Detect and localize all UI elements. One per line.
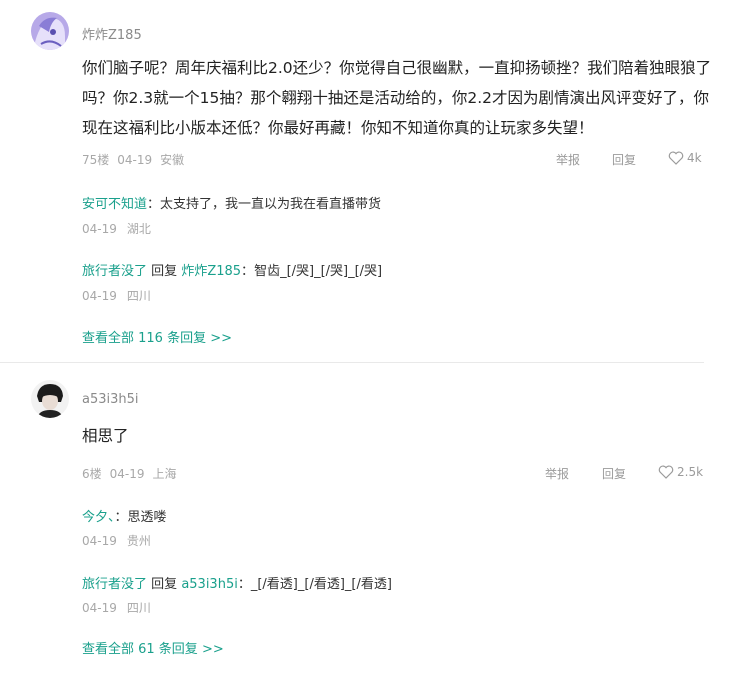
reply-button[interactable]: 回复 (602, 465, 626, 482)
comment-location: 上海 (152, 467, 177, 481)
like-button[interactable]: 2.5k (658, 465, 703, 479)
reply-author[interactable]: 安可不知道 (82, 197, 147, 212)
comment-content: 相思了 (82, 427, 129, 445)
like-count: 2.5k (677, 465, 704, 479)
reply-text: _[/看透]_[/看透]_[/看透] (250, 577, 392, 592)
heart-icon (668, 151, 684, 165)
like-button[interactable]: 4k (668, 151, 702, 165)
reply-item: 安可不知道：太支持了，我一直以为我在看直播带货 (82, 197, 382, 212)
reply-location: 四川 (126, 601, 151, 615)
reply-to-user[interactable]: 炸炸Z185 (181, 264, 241, 279)
comment-item: a53i3h5i 相思了 6楼 04-19 上海 举报 回复 2.5k 今夕、：思透… (0, 363, 740, 677)
heart-icon (658, 465, 674, 479)
reply-date: 04-19 (82, 289, 117, 303)
reply-meta: 04-19 四川 (82, 287, 161, 304)
avatar[interactable] (31, 380, 69, 418)
avatar-anime-icon (31, 12, 69, 50)
comment-content: 你们脑子呢？周年庆福利比2.0还少？你觉得自己很幽默，一直抑扬顿挫？我们陪着独眼… (82, 59, 712, 137)
reply-button[interactable]: 回复 (612, 151, 636, 168)
reply-to-user[interactable]: a53i3h5i (181, 577, 238, 592)
reply-meta: 04-19 湖北 (82, 220, 161, 237)
reply-item: 旅行者没了 回复 a53i3h5i：_[/看透]_[/看透]_[/看透] (82, 577, 392, 592)
reply-date: 04-19 (82, 534, 117, 548)
comment-location: 安徽 (160, 153, 185, 167)
reply-item: 今夕、：思透喽 (82, 510, 167, 525)
username[interactable]: a53i3h5i (82, 392, 139, 407)
reply-item: 旅行者没了 回复 炸炸Z185：智齿_[/哭]_[/哭]_[/哭] (82, 264, 383, 279)
comment-date: 04-19 (109, 467, 145, 481)
view-all-replies-link[interactable]: 查看全部 61 条回复 >> (82, 638, 224, 657)
reply-to-label: 回复 (151, 577, 178, 592)
reply-to-label: 回复 (151, 264, 178, 279)
reply-date: 04-19 (82, 601, 117, 615)
report-button[interactable]: 举报 (545, 465, 569, 482)
reply-text: 思透喽 (127, 510, 167, 525)
reply-location: 四川 (126, 289, 151, 303)
reply-location: 湖北 (126, 222, 151, 236)
avatar[interactable] (31, 12, 69, 50)
username[interactable]: 炸炸Z185 (82, 24, 142, 43)
avatar-person-icon (31, 380, 69, 418)
floor-number: 6楼 (82, 467, 102, 481)
comment-date: 04-19 (117, 153, 153, 167)
report-button[interactable]: 举报 (556, 151, 580, 168)
comment-item: 炸炸Z185 你们脑子呢？周年庆福利比2.0还少？你觉得自己很幽默，一直抑扬顿挫… (0, 0, 711, 363)
comment-meta: 75楼 04-19 安徽 (82, 151, 192, 168)
comment-meta: 6楼 04-19 上海 (82, 465, 185, 482)
reply-text: 太支持了，我一直以为我在看直播带货 (160, 197, 382, 212)
reply-location: 贵州 (126, 534, 151, 548)
reply-meta: 04-19 四川 (82, 599, 161, 616)
like-count: 4k (687, 151, 702, 165)
reply-meta: 04-19 贵州 (82, 532, 161, 549)
floor-number: 75楼 (82, 153, 110, 167)
reply-author[interactable]: 今夕、 (82, 510, 115, 525)
reply-text: 智齿_[/哭]_[/哭]_[/哭] (254, 264, 383, 279)
reply-date: 04-19 (82, 222, 117, 236)
reply-author[interactable]: 旅行者没了 (82, 577, 147, 592)
view-all-replies-link[interactable]: 查看全部 116 条回复 >> (82, 327, 232, 346)
reply-author[interactable]: 旅行者没了 (82, 264, 147, 279)
